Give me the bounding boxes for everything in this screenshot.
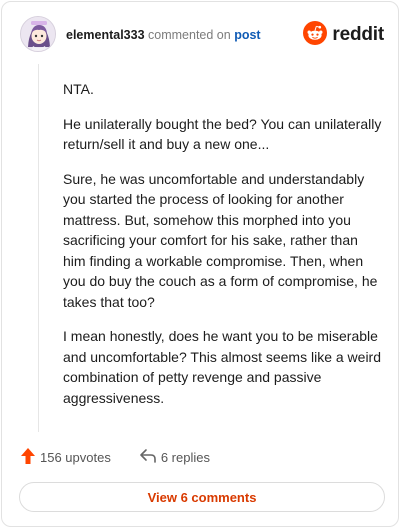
comment-paragraph: Sure, he was uncomfortable and understan… <box>63 170 378 310</box>
comment-card: elemental333 commented on post reddit NT… <box>1 1 399 527</box>
comment-header: elemental333 commented on post reddit <box>20 16 384 56</box>
comment-body: NTA. He unilaterally bought the bed? You… <box>63 79 383 422</box>
thread-line <box>38 64 39 432</box>
reddit-brand[interactable]: reddit <box>303 20 384 50</box>
upvote-button[interactable]: 156 upvotes <box>20 447 111 468</box>
post-link[interactable]: post <box>234 28 260 42</box>
view-comments-button[interactable]: View 6 comments <box>19 482 385 512</box>
reply-count: 6 replies <box>160 449 210 465</box>
comment-paragraph: He unilaterally bought the bed? You can … <box>63 115 382 153</box>
upvote-arrow-icon <box>20 447 36 468</box>
username-link[interactable]: elemental333 <box>66 28 145 42</box>
comment-paragraph: I mean honestly, does he want you to be … <box>63 328 382 406</box>
user-avatar[interactable] <box>20 16 56 52</box>
reddit-logo-icon <box>303 20 328 50</box>
action-text: commented on <box>148 28 231 42</box>
comment-actions: 156 upvotes 6 replies <box>20 446 210 468</box>
comment-meta: elemental333 commented on post <box>66 27 261 43</box>
upvote-count: 156 upvotes <box>40 449 111 465</box>
reddit-wordmark: reddit <box>332 24 384 45</box>
comment-paragraph: NTA. <box>63 81 94 97</box>
replies-button[interactable]: 6 replies <box>139 448 210 467</box>
reply-arrow-icon <box>139 448 157 467</box>
